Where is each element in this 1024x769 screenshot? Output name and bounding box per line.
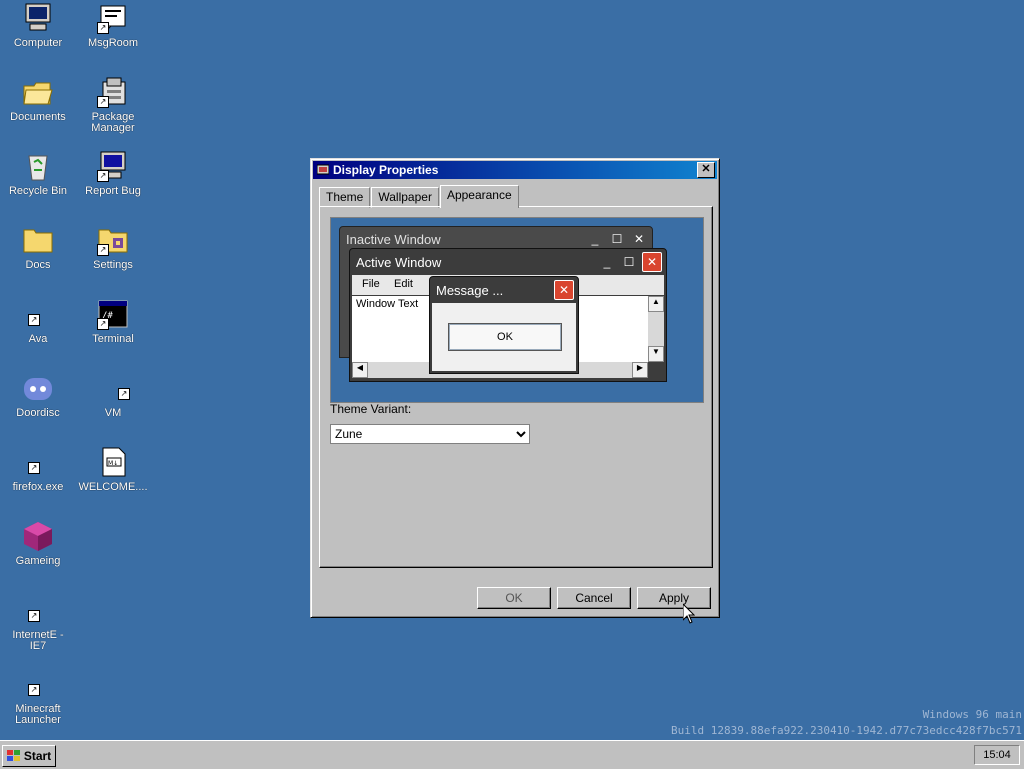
- dialog-tabs: Theme Wallpaper Appearance: [319, 185, 520, 208]
- build-watermark: Build 12839.88efa922.230410-1942.d77c73e…: [671, 724, 1022, 737]
- dialog-close-button[interactable]: ✕: [697, 162, 715, 178]
- preview-message-title: Message ...: [436, 282, 504, 298]
- folder-open-icon: [22, 76, 54, 108]
- tab-theme[interactable]: Theme: [319, 187, 371, 208]
- shortcut-icon: ↗: [22, 594, 54, 626]
- theme-variant-label: Theme Variant:: [330, 402, 412, 416]
- start-label: Start: [23, 749, 52, 763]
- shortcut-arrow-icon: ↗: [97, 318, 109, 330]
- preview-message-body: OK: [432, 303, 576, 371]
- cancel-button[interactable]: Cancel: [557, 587, 631, 609]
- desktop-icon-report-bug[interactable]: ↗ Report Bug: [75, 150, 151, 197]
- recycle-bin-icon: [22, 150, 54, 182]
- desktop-icon-label: WELCOME....: [78, 481, 148, 493]
- desktop-icon-minecraft[interactable]: ↗ Minecraft Launcher: [0, 668, 76, 726]
- appearance-panel: Inactive Window _ ☐ ✕ Active Window _ ☐ …: [319, 206, 713, 568]
- preview-message-ok-button: OK: [448, 323, 562, 351]
- settings-icon: ↗: [97, 224, 129, 256]
- desktop-icon-label: InternetE - IE7: [12, 629, 64, 652]
- desktop-icon-label: Doordisc: [16, 407, 60, 419]
- preview-maximize-icon: ☐: [623, 255, 635, 269]
- preview-maximize-icon: ☐: [611, 232, 623, 246]
- display-properties-dialog: Display Properties ✕ Theme Wallpaper App…: [310, 158, 720, 618]
- desktop-icon-label: Recycle Bin: [8, 185, 68, 197]
- preview-minimize-icon: _: [591, 232, 599, 246]
- desktop-icon-ava[interactable]: ↗ Ava: [0, 298, 76, 345]
- msgroom-icon: ↗: [97, 2, 129, 34]
- shortcut-icon: ↗: [97, 372, 130, 404]
- desktop-icon-recycle-bin[interactable]: Recycle Bin: [0, 150, 76, 197]
- dialog-title: Display Properties: [333, 163, 439, 177]
- discord-icon: [22, 372, 54, 404]
- shortcut-icon: ↗: [22, 298, 54, 330]
- ok-button[interactable]: OK: [477, 587, 551, 609]
- folder-icon: [22, 224, 54, 256]
- preview-menu-edit: Edit: [394, 278, 413, 290]
- desktop-icon-label: Ava: [28, 333, 48, 345]
- shortcut-arrow-icon: ↗: [97, 22, 109, 34]
- shortcut-icon: ↗: [22, 446, 54, 478]
- desktop-icon-msgroom[interactable]: ↗ MsgRoom: [75, 2, 151, 49]
- preview-inactive-title: Inactive Window: [346, 231, 441, 247]
- preview-close-icon: ✕: [642, 252, 662, 272]
- shortcut-icon: ↗: [22, 668, 54, 700]
- game-cube-icon: [22, 520, 54, 552]
- desktop-icon-documents[interactable]: Documents: [0, 76, 76, 123]
- terminal-icon: /# ↗: [97, 298, 129, 330]
- shortcut-arrow-icon: ↗: [97, 244, 109, 256]
- version-watermark: Windows 96 main: [922, 708, 1022, 721]
- svg-text:M↓: M↓: [108, 460, 118, 467]
- desktop-icon-vm[interactable]: ↗ VM: [75, 372, 151, 419]
- taskbar: Start 15:04: [0, 740, 1024, 769]
- desktop-icon-settings[interactable]: ↗ Settings: [75, 224, 151, 271]
- desktop-icon-gameing[interactable]: Gameing: [0, 520, 76, 567]
- desktop-icon-label: firefox.exe: [12, 481, 64, 493]
- windows-logo-icon: [6, 750, 21, 762]
- markdown-file-icon: M↓: [97, 446, 129, 478]
- desktop-icon-label: Terminal: [92, 333, 134, 345]
- desktop-icon-docs[interactable]: Docs: [0, 224, 76, 271]
- tab-wallpaper[interactable]: Wallpaper: [371, 187, 439, 208]
- desktop-icon-terminal[interactable]: /# ↗ Terminal: [75, 298, 151, 345]
- package-manager-icon: ↗: [97, 76, 129, 108]
- desktop-icon-label: Report Bug: [85, 185, 141, 197]
- computer-icon: [22, 2, 54, 34]
- appearance-preview: Inactive Window _ ☐ ✕ Active Window _ ☐ …: [330, 217, 704, 403]
- start-button[interactable]: Start: [2, 745, 56, 767]
- desktop-icon-label: Minecraft Launcher: [15, 703, 61, 726]
- preview-active-title: Active Window: [356, 254, 442, 270]
- desktop-icon-firefox[interactable]: ↗ firefox.exe: [0, 446, 76, 493]
- tab-appearance[interactable]: Appearance: [439, 185, 519, 208]
- preview-menu-file: File: [362, 278, 380, 290]
- desktop-icon-welcome[interactable]: M↓ WELCOME....: [75, 446, 151, 493]
- desktop-icon-label: VM: [104, 407, 122, 419]
- display-properties-icon: [316, 164, 330, 176]
- preview-close-icon: ✕: [633, 232, 645, 246]
- shortcut-arrow-icon: ↗: [97, 170, 109, 182]
- report-bug-icon: ↗: [97, 150, 129, 182]
- shortcut-arrow-icon: ↗: [97, 96, 109, 108]
- mouse-cursor-icon: [682, 602, 696, 627]
- preview-minimize-icon: _: [603, 255, 611, 269]
- desktop-icon-label: Documents: [10, 111, 66, 123]
- desktop-icon-doordisc[interactable]: Doordisc: [0, 372, 76, 419]
- desktop-icon-label: Gameing: [15, 555, 61, 567]
- desktop-icon-computer[interactable]: Computer: [0, 2, 76, 49]
- preview-window-text: Window Text: [356, 298, 419, 310]
- desktop-icon-label: Computer: [13, 37, 63, 49]
- preview-message-box: Message ... ✕ OK: [429, 276, 579, 374]
- preview-vertical-scrollbar: ▲ ▼: [648, 296, 664, 362]
- desktop-icon-internet-explorer[interactable]: ↗ InternetE - IE7: [0, 594, 76, 652]
- apply-button[interactable]: Apply: [637, 587, 711, 609]
- desktop-icon-package-manager[interactable]: ↗ Package Manager: [75, 76, 151, 134]
- desktop-icon-label: Settings: [93, 259, 133, 271]
- desktop-icon-label: Package Manager: [91, 111, 135, 134]
- theme-variant-select[interactable]: Zune: [330, 424, 530, 444]
- preview-close-icon: ✕: [554, 280, 574, 300]
- taskbar-clock: 15:04: [974, 745, 1020, 765]
- desktop-icon-label: Docs: [25, 259, 51, 271]
- dialog-titlebar[interactable]: Display Properties ✕: [313, 161, 717, 179]
- desktop-icon-label: MsgRoom: [87, 37, 139, 49]
